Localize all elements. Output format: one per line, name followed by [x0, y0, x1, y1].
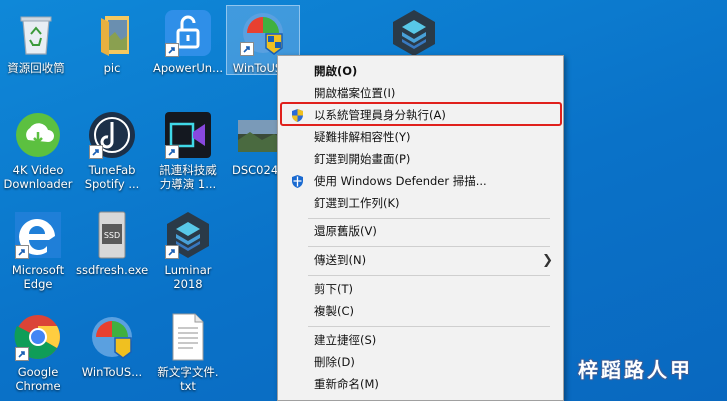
icon-label-line2: txt: [180, 379, 196, 393]
chevron-right-icon: ❯: [542, 253, 553, 268]
icon-label: ApowerUn...: [152, 61, 224, 75]
menu-item-pin-to-taskbar[interactable]: 釘選到工作列(K): [280, 193, 561, 214]
menu-item-label: 傳送到(N): [314, 253, 367, 267]
4k-video-downloader-icon: [13, 110, 63, 160]
menu-item-label: 疑難排解相容性(Y): [314, 130, 411, 144]
ssd-icon: SSD: [87, 210, 137, 260]
menu-item-label: 還原舊版(V): [314, 224, 377, 238]
menu-item-pin-to-start[interactable]: 釘選到開始畫面(P): [280, 149, 561, 170]
shortcut-arrow-icon: [165, 43, 179, 57]
icon-label-line2: Chrome: [15, 379, 61, 393]
desktop-icon-edge[interactable]: Microsoft Edge: [2, 210, 74, 291]
menu-item-label: 重新命名(M): [314, 377, 379, 391]
menu-item-label: 開啟檔案位置(I): [314, 86, 396, 100]
desktop-icon-recycle-bin[interactable]: 資源回收筒: [0, 8, 72, 75]
icon-label: 新文字文件.: [157, 365, 219, 379]
shortcut-arrow-icon: [15, 347, 29, 361]
menu-item-create-shortcut[interactable]: 建立捷徑(S): [280, 330, 561, 351]
highlight-annotation-box: [280, 102, 562, 126]
menu-item-cut[interactable]: 剪下(T): [280, 279, 561, 300]
menu-item-label: 釘選到開始畫面(P): [314, 152, 411, 166]
icon-label-line2: Downloader: [3, 177, 73, 191]
menu-item-copy[interactable]: 複製(C): [280, 301, 561, 322]
menu-item-label: 刪除(D): [314, 355, 355, 369]
shortcut-arrow-icon: [15, 245, 29, 259]
menu-item-open-file-location[interactable]: 開啟檔案位置(I): [280, 83, 561, 104]
shortcut-arrow-icon: [89, 145, 103, 159]
menu-separator: [308, 218, 550, 219]
recycle-bin-icon: [11, 8, 61, 58]
menu-separator: [308, 246, 550, 247]
desktop-icon-tunefab[interactable]: TuneFab Spotify ...: [76, 110, 148, 191]
icon-label: WinToUS...: [81, 365, 143, 379]
folder-icon: [87, 8, 137, 58]
icon-label-line2: 2018: [173, 277, 203, 291]
icon-label-line2: Edge: [23, 277, 53, 291]
watermark: 梓蹈路人甲: [578, 358, 693, 382]
menu-item-label: 建立捷徑(S): [314, 333, 377, 347]
menu-separator: [308, 326, 550, 327]
icon-label: Microsoft: [11, 263, 65, 277]
icon-label: ssdfresh.exe: [76, 263, 149, 277]
desktop[interactable]: 資源回收筒 pic ApowerUn... WinToUS... 4K Vide…: [0, 0, 727, 401]
text-file-icon: [163, 312, 213, 362]
menu-item-delete[interactable]: 刪除(D): [280, 352, 561, 373]
menu-item-defender-scan[interactable]: 使用 Windows Defender 掃描...: [280, 171, 561, 192]
windows-defender-icon: [290, 174, 305, 189]
icon-label: pic: [103, 61, 121, 75]
desktop-icon-wintousb-2[interactable]: WinToUS...: [76, 312, 148, 379]
menu-item-send-to[interactable]: 傳送到(N) ❯: [280, 250, 561, 271]
icon-label: TuneFab: [88, 163, 136, 177]
shortcut-arrow-icon: [165, 145, 179, 159]
menu-separator: [308, 275, 550, 276]
desktop-icon-luminar-top[interactable]: [378, 8, 450, 58]
desktop-icon-pic[interactable]: pic: [76, 8, 148, 75]
svg-text:SSD: SSD: [104, 231, 120, 240]
menu-item-label: 使用 Windows Defender 掃描...: [314, 174, 487, 188]
icon-label: Google: [17, 365, 59, 379]
icon-label: DSC024: [232, 163, 279, 177]
icon-label: 4K Video: [12, 163, 64, 177]
icon-label: 資源回收筒: [7, 61, 65, 75]
icon-label: 訊連科技威: [159, 163, 217, 177]
menu-item-restore-previous-versions[interactable]: 還原舊版(V): [280, 221, 561, 242]
menu-item-open[interactable]: 開啟(O): [280, 61, 561, 82]
menu-item-label: 複製(C): [314, 304, 355, 318]
desktop-icon-ssdfresh[interactable]: SSD ssdfresh.exe: [76, 210, 148, 277]
desktop-icon-luminar-2018[interactable]: Luminar 2018: [152, 210, 224, 291]
menu-item-rename[interactable]: 重新命名(M): [280, 374, 561, 395]
desktop-icon-4k-video-downloader[interactable]: 4K Video Downloader: [2, 110, 74, 191]
menu-item-label: 剪下(T): [314, 282, 353, 296]
desktop-icon-dsc024[interactable]: DSC024: [228, 110, 286, 177]
desktop-icon-text-file[interactable]: 新文字文件. txt: [152, 312, 224, 393]
desktop-icon-chrome[interactable]: Google Chrome: [2, 312, 74, 393]
icon-label: Luminar: [164, 263, 212, 277]
shortcut-arrow-icon: [165, 245, 179, 259]
luminar-icon: [389, 8, 439, 58]
icon-label-line2: 力導演 1...: [159, 177, 217, 191]
icon-label-line2: Spotify ...: [84, 177, 140, 191]
menu-item-label: 釘選到工作列(K): [314, 196, 400, 210]
menu-item-troubleshoot-compatibility[interactable]: 疑難排解相容性(Y): [280, 127, 561, 148]
desktop-icon-apowerunlock[interactable]: ApowerUn...: [152, 8, 224, 75]
menu-item-label: 開啟(O): [314, 64, 358, 78]
shortcut-arrow-icon: [240, 42, 254, 56]
desktop-icon-powerdirector[interactable]: 訊連科技威 力導演 1...: [152, 110, 224, 191]
wintousb-icon: [87, 312, 137, 362]
